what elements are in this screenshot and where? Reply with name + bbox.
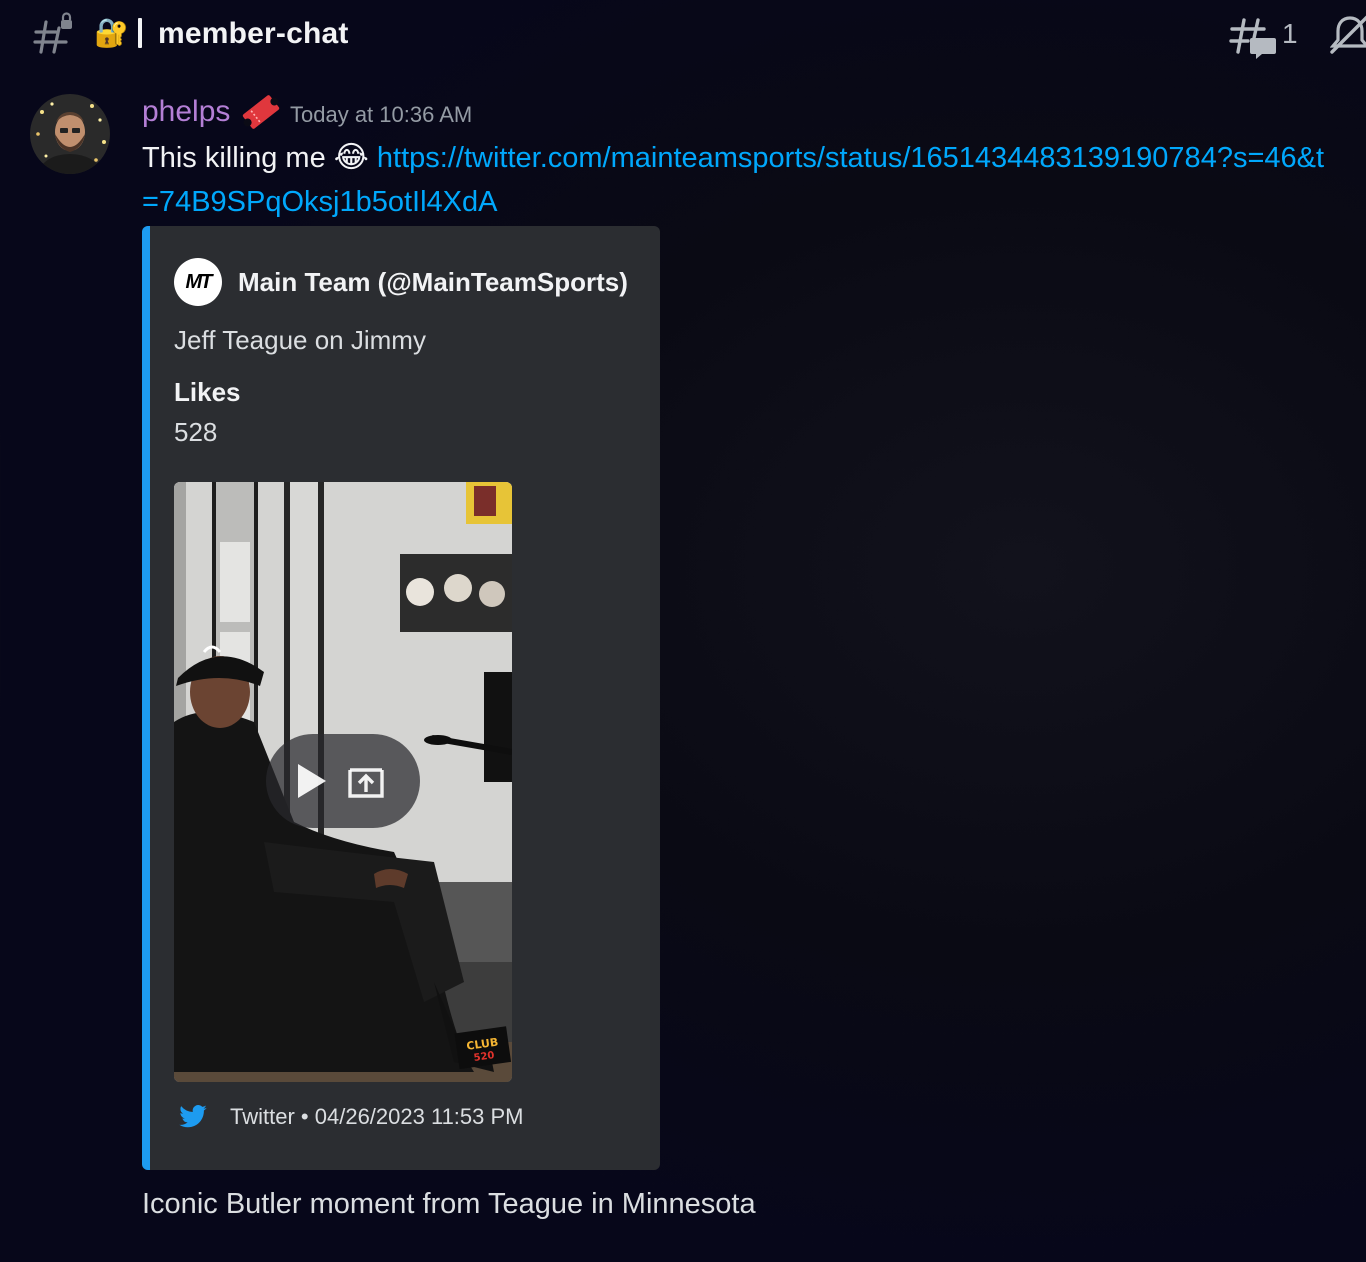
threads-icon[interactable] bbox=[1228, 14, 1280, 60]
hashtag-lock-icon bbox=[33, 12, 72, 54]
follow-up-message: Iconic Butler moment from Teague in Minn… bbox=[142, 1188, 756, 1220]
embed-video[interactable]: CLUB 520 bbox=[174, 482, 512, 1082]
embed-footer: Twitter • 04/26/2023 11:53 PM bbox=[230, 1100, 524, 1134]
channel-title: member-chat bbox=[158, 17, 349, 50]
tears-of-joy-emoji: 😂 bbox=[333, 141, 369, 174]
embed-field-name: Likes bbox=[174, 377, 241, 407]
footer-separator: • bbox=[300, 1104, 309, 1129]
ticket-icon bbox=[242, 95, 280, 129]
muted-bell-icon[interactable] bbox=[1330, 12, 1366, 56]
footer-date: 04/26/2023 11:53 PM bbox=[314, 1104, 524, 1129]
open-external-icon[interactable] bbox=[346, 762, 386, 800]
play-icon[interactable] bbox=[290, 760, 330, 802]
channel-header: 🔐 member-chat 1 bbox=[0, 0, 1366, 70]
embed-field-value: 528 bbox=[174, 417, 218, 447]
lock-with-key-emoji: 🔐 bbox=[94, 17, 129, 48]
twitter-bird-icon bbox=[179, 1105, 207, 1128]
embed-description: Jeff Teague on Jimmy bbox=[174, 325, 426, 355]
message-timestamp: Today at 10:36 AM bbox=[290, 102, 473, 127]
tweet-embed: MT Main Team (@MainTeamSports) Jeff Teag… bbox=[142, 226, 660, 1170]
embed-author-name[interactable]: Main Team (@MainTeamSports) bbox=[238, 264, 628, 300]
footer-provider: Twitter bbox=[230, 1104, 295, 1129]
message-content: This killing me 😂 https://twitter.com/ma… bbox=[142, 136, 1332, 224]
message-text: This killing me bbox=[142, 142, 326, 174]
embed-author-icon: MT bbox=[174, 258, 222, 306]
author-name[interactable]: phelps bbox=[142, 92, 230, 132]
avatar[interactable] bbox=[30, 94, 110, 174]
threads-count: 1 bbox=[1282, 18, 1298, 49]
divider bbox=[138, 18, 142, 48]
video-controls bbox=[266, 734, 420, 828]
embed-accent-bar bbox=[142, 226, 150, 1170]
